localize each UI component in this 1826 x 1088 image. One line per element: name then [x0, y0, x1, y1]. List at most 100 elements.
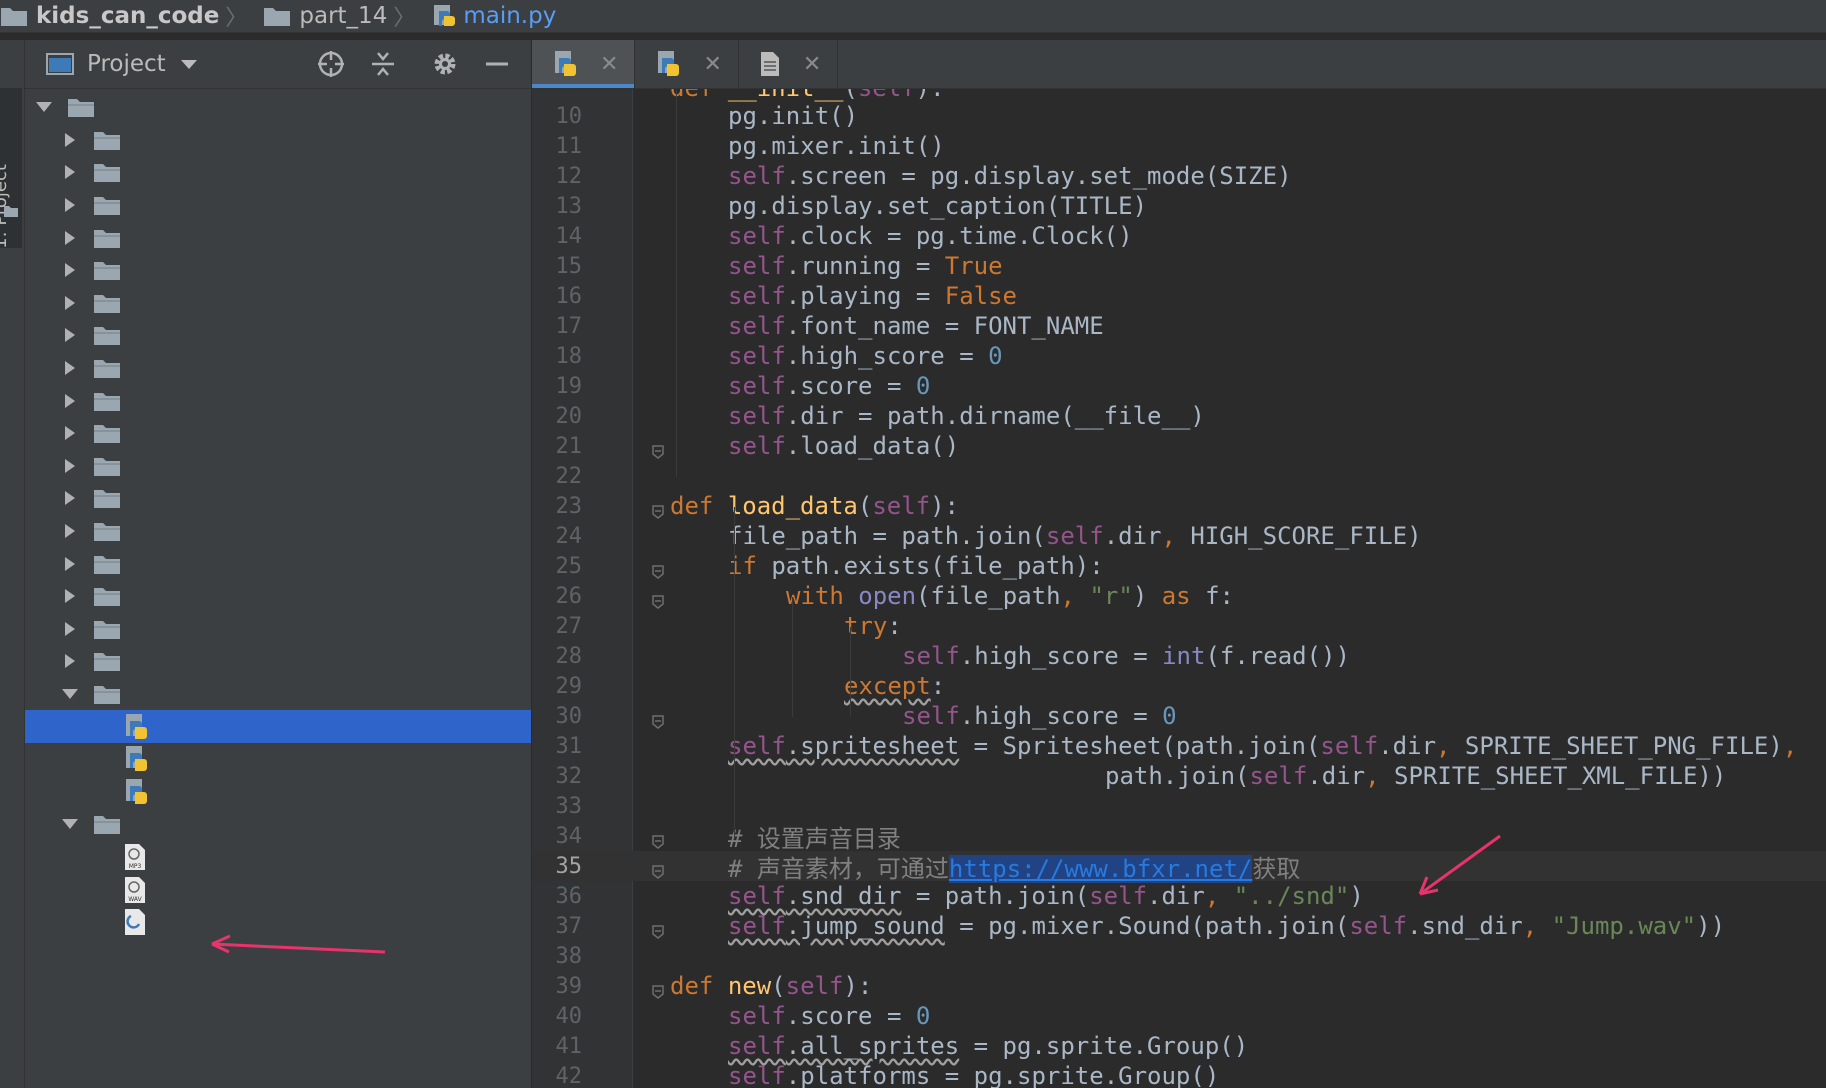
collapse-arrow-icon[interactable] [35, 100, 53, 114]
fold-marker-icon[interactable] [650, 978, 666, 999]
tree-file-sprites-py[interactable] [25, 776, 531, 809]
expand-arrow-icon[interactable] [63, 555, 77, 573]
tree-folder-part-04[interactable] [25, 352, 531, 385]
folder-icon [94, 197, 120, 216]
fold-marker-icon[interactable] [650, 918, 666, 939]
code-text: path.join(self.dir, SPRITE_SHEET_XML_FIL… [1105, 762, 1727, 790]
tree-folder-part-00[interactable] [25, 221, 531, 254]
expand-arrow-icon[interactable] [63, 522, 77, 540]
tab-main-py[interactable]: ✕ [532, 40, 636, 88]
fold-marker-icon[interactable] [650, 558, 666, 579]
tree-folder-part-13[interactable] [25, 645, 531, 678]
breadcrumb-item-part14[interactable]: part_14 〉 [263, 0, 423, 32]
tree-folder-part-11[interactable] [25, 580, 531, 613]
tree-folder-part-01[interactable] [25, 254, 531, 287]
python-file-icon [555, 51, 576, 76]
expand-arrow-icon[interactable] [63, 587, 77, 605]
tree-folder-part-10[interactable] [25, 547, 531, 580]
tree-folder-hello[interactable] [25, 156, 531, 189]
code-text: self.score = 0 [728, 1002, 931, 1030]
expand-arrow-icon[interactable] [63, 294, 77, 312]
fold-marker-icon[interactable] [650, 708, 666, 729]
code-line: 28 self.high_score = int(f.read()) [532, 641, 1826, 671]
indent-guide [792, 597, 793, 717]
tree-folder-snd[interactable] [25, 808, 531, 841]
expand-arrow-icon[interactable] [63, 326, 77, 344]
project-tool-tab[interactable]: 1: Project [0, 88, 22, 249]
line-number: 29 [555, 673, 583, 699]
tree-folder-part-09[interactable] [25, 515, 531, 548]
expand-arrow-icon[interactable] [63, 652, 77, 670]
expand-arrow-icon[interactable] [63, 457, 77, 475]
code-line: 37 self.jump_sound = pg.mixer.Sound(path.… [532, 911, 1826, 941]
code-line: 35 # 声音素材，可通过https://www.bfxr.net/获取 [532, 851, 1826, 883]
settings-button[interactable] [419, 40, 471, 88]
fold-marker-icon[interactable] [650, 438, 666, 459]
code-line: 31 self.spritesheet = Spritesheet(path.jo… [532, 731, 1826, 761]
expand-arrow-icon[interactable] [63, 392, 77, 410]
expand-arrow-icon[interactable] [63, 131, 77, 149]
fold-marker-icon[interactable] [650, 858, 666, 879]
tab-high-score-txt[interactable]: ✕ [739, 40, 839, 88]
tree-file-settings-py[interactable] [25, 743, 531, 776]
tree-folder-part-06[interactable] [25, 417, 531, 450]
tree-file-jump-wav[interactable]: WAV [25, 873, 531, 906]
tree-folder-part-08[interactable] [25, 482, 531, 515]
line-number: 30 [555, 703, 583, 729]
line-number: 33 [555, 793, 583, 819]
close-icon[interactable]: ✕ [703, 52, 721, 77]
code-line: 12 self.screen = pg.display.set_mode(SIZE… [532, 161, 1826, 191]
expand-arrow-icon[interactable] [63, 620, 77, 638]
line-number: 15 [555, 253, 583, 279]
breadcrumb-item-root[interactable]: kids_can_code 〉 [0, 0, 255, 32]
expand-arrow-icon[interactable] [63, 424, 77, 442]
tree-folder-part-14[interactable] [25, 678, 531, 711]
fold-marker-icon[interactable] [650, 828, 666, 849]
tree-folder-img[interactable] [25, 189, 531, 222]
line-number: 24 [555, 523, 583, 549]
folder-icon [94, 229, 120, 248]
line-number: 14 [555, 223, 583, 249]
folder-icon [94, 620, 120, 639]
close-icon[interactable]: ✕ [600, 52, 618, 77]
close-icon[interactable]: ✕ [803, 52, 821, 77]
tree-file-main-py[interactable] [25, 710, 531, 743]
tree-folder-part-12[interactable] [25, 613, 531, 646]
tree-folder-part-05[interactable] [25, 384, 531, 417]
code-text: with open(file_path, "r") as f: [786, 582, 1234, 610]
hide-panel-button[interactable] [471, 40, 523, 88]
collapse-arrow-icon[interactable] [61, 687, 79, 701]
code-line: 20 self.dir = path.dirname(__file__) [532, 401, 1826, 431]
tree-folder-part-07[interactable] [25, 450, 531, 483]
line-number: 39 [555, 973, 583, 999]
project-view-selector[interactable]: Project [45, 51, 200, 77]
tree-folder-data[interactable] [25, 124, 531, 157]
tree-file-bgm-mp3[interactable]: MP3 [25, 841, 531, 874]
expand-arrow-icon[interactable] [63, 229, 77, 247]
code-text: # 声音素材，可通过https://www.bfxr.net/获取 [728, 854, 1301, 883]
expand-arrow-icon[interactable] [63, 261, 77, 279]
tree-folder-part-03[interactable] [25, 319, 531, 352]
code-text: self.clock = pg.time.Clock() [728, 222, 1133, 250]
folder-icon [94, 294, 120, 313]
line-number: 34 [555, 823, 583, 849]
tree-file-start-and-go-ogg[interactable] [25, 906, 531, 939]
locate-file-button[interactable] [305, 40, 357, 88]
fold-marker-icon[interactable] [650, 498, 666, 519]
fold-marker-icon[interactable] [650, 588, 666, 609]
collapse-arrow-icon[interactable] [61, 817, 79, 831]
expand-arrow-icon[interactable] [63, 359, 77, 377]
folder-icon [94, 653, 120, 672]
tree-root-kids-can-code[interactable] [25, 91, 531, 124]
code-line: 10 pg.init() [532, 101, 1826, 131]
tree-folder-part-02[interactable] [25, 287, 531, 320]
breadcrumb-item-mainpy[interactable]: main.py [431, 3, 556, 29]
code-editor[interactable]: def __init__(self):10pg.init()11pg.mixer… [532, 89, 1826, 1088]
expand-arrow-icon[interactable] [63, 196, 77, 214]
collapse-all-button[interactable] [357, 40, 409, 88]
expand-arrow-icon[interactable] [63, 163, 77, 181]
line-number: 22 [555, 463, 583, 489]
expand-arrow-icon[interactable] [63, 489, 77, 507]
tab-sprites-py[interactable]: ✕ [635, 40, 739, 88]
svg-text:MP3: MP3 [129, 863, 142, 870]
